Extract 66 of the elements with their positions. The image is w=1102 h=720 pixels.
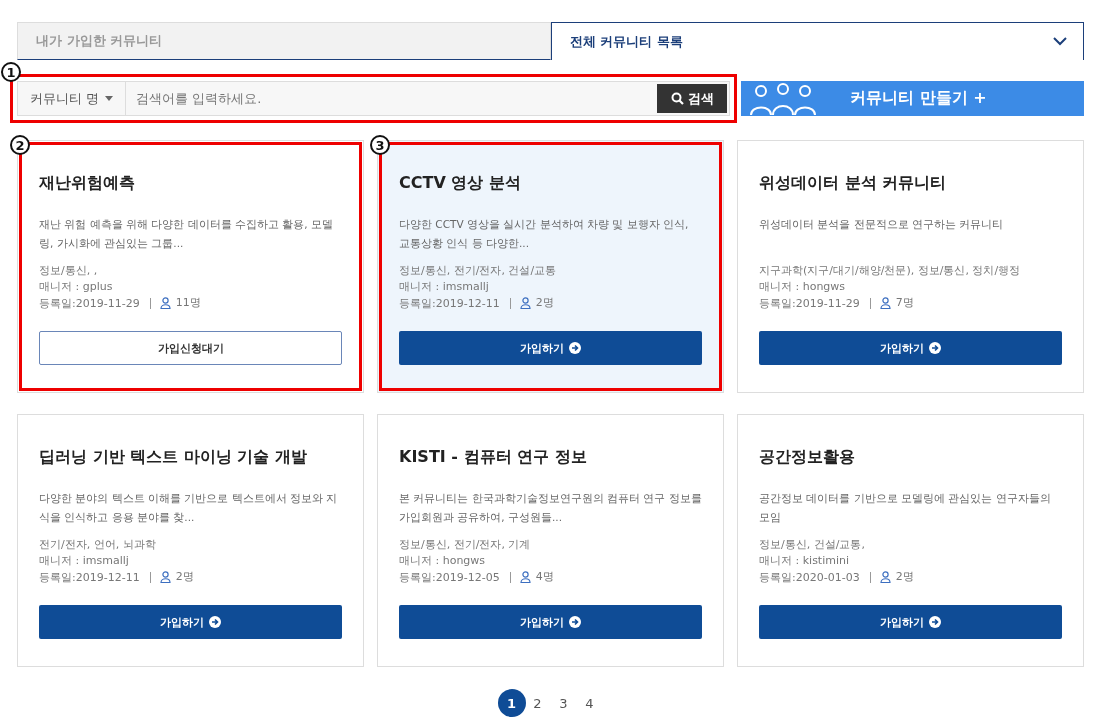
card-description: 공간정보 데이터를 기반으로 모델링에 관심있는 연구자들의 모임 <box>759 491 1052 525</box>
arrow-circle-icon <box>569 616 581 628</box>
person-icon <box>879 571 891 583</box>
card-title: 위성데이터 분석 커뮤니티 <box>759 173 948 194</box>
tab[interactable]: 전체 커뮤니티 목록 <box>550 22 1084 60</box>
card-date: 등록일:2019-11-29 <box>759 297 871 309</box>
arrow-circle-icon <box>209 616 221 628</box>
card-fields: 정보/통신, 전기/전자, 기계 <box>399 537 702 553</box>
card-date: 등록일:2020-01-03 <box>759 571 871 583</box>
arrow-circle-icon <box>929 342 941 354</box>
join-button[interactable]: 가입하기 <box>39 605 342 639</box>
card-date: 등록일:2019-11-29 <box>39 297 151 309</box>
member-count: 2명 <box>175 569 194 585</box>
card-title: CCTV 영상 분석 <box>399 173 522 194</box>
card-date: 등록일:2019-12-11 <box>399 297 511 309</box>
card-date: 등록일:2019-12-05 <box>399 571 511 583</box>
page-link[interactable]: 3 <box>549 689 578 717</box>
member-count: 11명 <box>175 295 201 311</box>
card-date: 등록일:2019-12-11 <box>39 571 151 583</box>
card-description: 다양한 CCTV 영상을 실시간 분석하여 차량 및 보행자 인식, 교통상황 인식 등 다양한... <box>399 217 690 251</box>
page-link[interactable]: 4 <box>575 689 604 717</box>
card-title: 재난위험예측 <box>39 173 136 194</box>
chevron-down-icon <box>1053 37 1067 46</box>
search-icon <box>670 92 684 105</box>
card-manager: 매니저 : hongws <box>759 279 847 295</box>
callout-badge: 3 <box>370 135 390 155</box>
member-count: 2명 <box>535 295 554 311</box>
card-description: 다양한 분야의 텍스트 이해를 기반으로 텍스트에서 정보와 지식을 인식하고 응용 분야를 찾... <box>39 491 339 525</box>
card-manager: 매니저 : gplus <box>39 279 114 295</box>
member-count: 2명 <box>895 569 914 585</box>
callout-badge: 1 <box>1 62 21 82</box>
page-link[interactable]: 1 <box>497 689 526 717</box>
card-title: 공간정보활용 <box>759 447 856 468</box>
join-button[interactable]: 가입하기 <box>759 331 1062 365</box>
search-button[interactable]: 검색 <box>657 84 727 113</box>
card-fields: 정보/통신, 전기/전자, 건설/교통 <box>399 263 702 279</box>
join-button[interactable]: 가입하기 <box>399 605 702 639</box>
person-icon <box>519 571 531 583</box>
card-fields: 정보/통신, , <box>39 263 342 279</box>
card-description: 재난 위험 예측을 위해 다양한 데이터를 수집하고 활용, 모델링, 가시화에 관심있는 그룹... <box>39 217 335 251</box>
join-button[interactable]: 가입하기 <box>759 605 1062 639</box>
join-button[interactable]: 가입하기 <box>399 331 702 365</box>
arrow-circle-icon <box>929 616 941 628</box>
card-fields: 정보/통신, 건설/교통, <box>759 537 1062 553</box>
arrow-circle-icon <box>569 342 581 354</box>
card-description: 위성데이터 분석을 전문적으로 연구하는 커뮤니티 <box>759 217 1005 232</box>
caret-down-icon <box>105 96 114 101</box>
card-description: 본 커뮤니티는 한국과학기술정보연구원의 컴퓨터 연구 정보를 가입회원과 공유하여, 구성원들... <box>399 491 702 525</box>
member-count: 7명 <box>895 295 914 311</box>
card-fields: 지구과학(지구/대기/해양/천문), 정보/통신, 정치/행정 <box>759 263 1062 279</box>
card-title: KISTI - 컴퓨터 연구 정보 <box>399 447 588 468</box>
card-manager: 매니저 : hongws <box>399 553 487 569</box>
pending-button[interactable]: 가입신청대기 <box>39 331 342 365</box>
person-icon <box>519 297 531 309</box>
card-manager: 매니저 : imsmallj <box>399 279 490 295</box>
card-fields: 전기/전자, 언어, 뇌과학 <box>39 537 342 553</box>
person-icon <box>879 297 891 309</box>
person-icon <box>159 571 171 583</box>
page-link[interactable]: 2 <box>523 689 552 717</box>
member-count: 4명 <box>535 569 554 585</box>
person-icon <box>159 297 171 309</box>
callout-badge: 2 <box>10 135 30 155</box>
card-title: 딥러닝 기반 텍스트 마이닝 기술 개발 <box>39 447 308 468</box>
card-manager: 매니저 : imsmallj <box>39 553 130 569</box>
people-icon <box>747 80 819 117</box>
card-manager: 매니저 : kistimini <box>759 553 851 569</box>
